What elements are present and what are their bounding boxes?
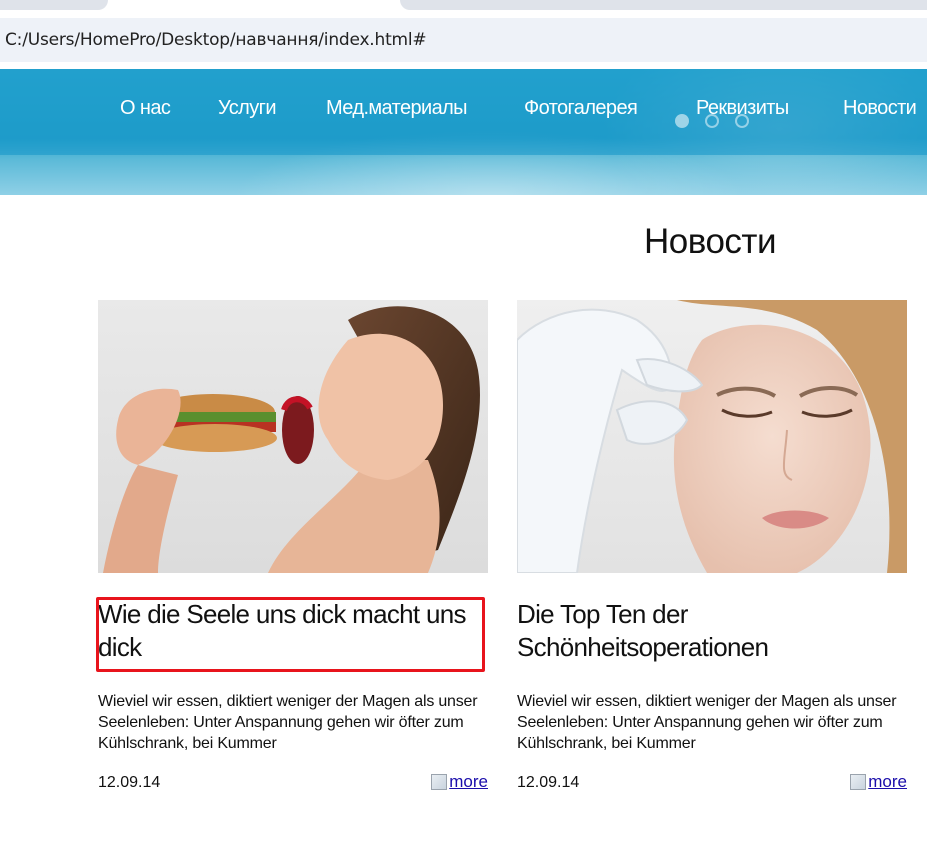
- browser-tab-strip: [0, 0, 927, 18]
- browser-tab[interactable]: [400, 0, 927, 10]
- hero-banner: О нас Услуги Мед.материалы Фотогалерея Р…: [0, 69, 927, 195]
- browser-tab[interactable]: [0, 0, 108, 10]
- more-link[interactable]: more: [850, 772, 907, 792]
- woman-eating-burger-photo: [98, 300, 488, 573]
- news-card: Wie die Seele uns dick macht uns dick Wi…: [98, 300, 488, 791]
- article-image-face[interactable]: [517, 300, 907, 573]
- slider-dot-active[interactable]: [675, 114, 689, 128]
- address-bar[interactable]: C:/Users/HomePro/Desktop/навчання/index.…: [0, 18, 927, 62]
- broken-image-icon: [431, 774, 448, 790]
- article-date: 12.09.14: [98, 774, 161, 791]
- broken-image-icon: [850, 774, 867, 790]
- more-link-label[interactable]: more: [868, 772, 907, 792]
- article-image-burger[interactable]: [98, 300, 488, 573]
- chrome-separator: [0, 62, 927, 69]
- nav-item-requisites[interactable]: Реквизиты: [696, 97, 789, 120]
- page-title: Новости: [644, 222, 777, 261]
- article-excerpt: Wieviel wir essen, diktiert weniger der …: [517, 693, 897, 752]
- article-title[interactable]: Die Top Ten der Schönheitsoperationen: [517, 598, 907, 664]
- article-date: 12.09.14: [517, 774, 580, 791]
- nav-item-med-materials[interactable]: Мед.материалы: [326, 97, 468, 120]
- more-link-label[interactable]: more: [449, 772, 488, 792]
- news-card: Die Top Ten der Schönheitsoperationen Wi…: [517, 300, 907, 791]
- nav-item-about[interactable]: О нас: [120, 97, 171, 120]
- nav-item-photo-gallery[interactable]: Фотогалерея: [524, 97, 638, 120]
- nav-item-news[interactable]: Новости: [843, 97, 917, 120]
- article-excerpt: Wieviel wir essen, diktiert weniger der …: [98, 693, 478, 752]
- more-link[interactable]: more: [431, 772, 488, 792]
- address-url[interactable]: C:/Users/HomePro/Desktop/навчання/index.…: [5, 30, 427, 50]
- article-title[interactable]: Wie die Seele uns dick macht uns dick: [98, 598, 488, 664]
- nav-item-services[interactable]: Услуги: [218, 97, 277, 120]
- gloved-hands-touching-face-photo: [517, 300, 907, 573]
